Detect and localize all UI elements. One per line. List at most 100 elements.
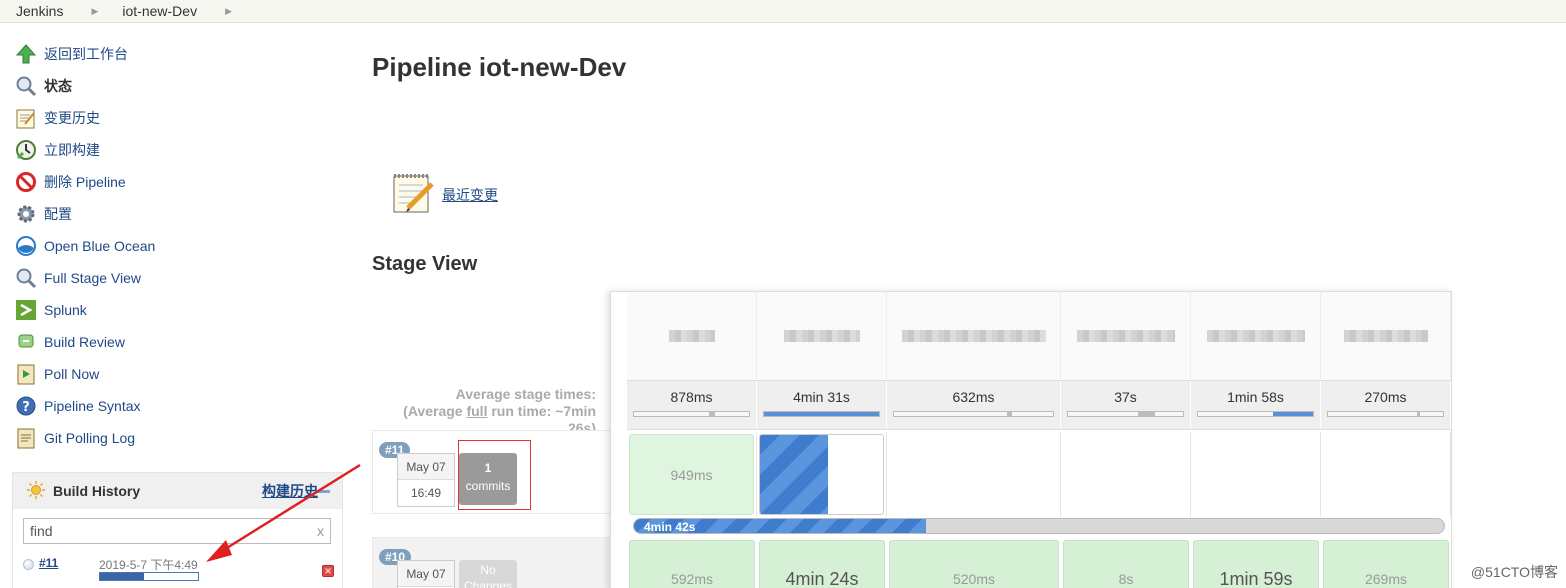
stage-header[interactable]	[1061, 292, 1191, 380]
stage-cell-running[interactable]	[759, 434, 884, 515]
run-total-progress-bar[interactable]: 4min 42s	[633, 518, 1445, 534]
stage-cell-pending	[1061, 432, 1191, 517]
stage-cell-success[interactable]: 8s	[1063, 540, 1189, 588]
full-run-time-link[interactable]: full	[466, 403, 487, 419]
blurred-stage-name	[1206, 330, 1305, 342]
blurred-stage-name	[901, 330, 1046, 342]
build-row: #11 2019-5-7 下午4:49 ✕	[21, 555, 336, 585]
highlight-annotation-box	[458, 440, 531, 510]
task-configure[interactable]: 配置	[14, 198, 334, 230]
blurred-stage-name	[783, 330, 860, 342]
stage-average-bar-fill	[1272, 412, 1313, 416]
collapse-icon[interactable]	[318, 490, 330, 493]
stage-average-bar	[1327, 411, 1444, 417]
stage-average-bar	[763, 411, 880, 417]
chevron-right-icon[interactable]: ▶	[225, 6, 232, 17]
blurred-stage-name	[668, 330, 715, 342]
build-history-header: Build History 构建历史	[13, 473, 342, 509]
stage-average-bar	[1067, 411, 1184, 417]
task-delete-pipeline[interactable]: 删除 Pipeline	[14, 166, 334, 198]
blue-ocean-icon	[14, 234, 38, 258]
task-changes[interactable]: 变更历史	[14, 102, 334, 134]
stage-header[interactable]	[757, 292, 887, 380]
task-build-review[interactable]: Build Review	[14, 326, 334, 358]
search-icon	[14, 266, 38, 290]
stage-average-time: 270ms	[1321, 381, 1451, 429]
watermark: @51CTO博客	[1470, 564, 1558, 580]
breadcrumb: Jenkins ▶ iot-new-Dev ▶	[0, 0, 1566, 23]
clear-search-icon[interactable]: x	[317, 523, 324, 539]
run-date: May 07	[397, 560, 455, 588]
gear-icon	[14, 202, 38, 226]
no-entry-icon	[14, 170, 38, 194]
build-history-title: Build History	[53, 483, 141, 499]
stage-cell-success[interactable]: 592ms	[629, 540, 755, 588]
task-poll-now[interactable]: Poll Now	[14, 358, 334, 390]
stage-average-time: 4min 31s	[757, 381, 887, 429]
stage-header[interactable]	[1321, 292, 1451, 380]
stage-view-title: Stage View	[372, 253, 478, 275]
build-search-input[interactable]: find x	[23, 518, 331, 544]
breadcrumb-job[interactable]: iot-new-Dev	[122, 3, 197, 19]
build-number-link[interactable]: #11	[39, 556, 58, 570]
stage-average-time: 632ms	[887, 381, 1061, 429]
task-status[interactable]: 状态	[14, 70, 334, 102]
stage-header-row	[627, 292, 1451, 380]
splunk-icon	[14, 298, 38, 322]
stage-view-grid: 878ms 4min 31s 632ms 37s 1min 58s 270ms 949ms…	[610, 291, 1452, 588]
task-open-blue-ocean[interactable]: Open Blue Ocean	[14, 230, 334, 262]
stage-cell-success[interactable]: 269ms	[1323, 540, 1449, 588]
task-git-polling-log[interactable]: Git Polling Log	[14, 422, 334, 454]
stage-cell-success[interactable]: 949ms	[629, 434, 754, 515]
stage-cell-success[interactable]: 520ms	[889, 540, 1059, 588]
help-icon: ?	[14, 394, 38, 418]
stage-header[interactable]	[1191, 292, 1321, 380]
task-splunk[interactable]: Splunk	[14, 294, 334, 326]
stage-cell-pending	[887, 432, 1061, 517]
build-history-trend-link[interactable]: 构建历史	[262, 481, 318, 501]
stage-cell-success[interactable]: 4min 24s	[759, 540, 885, 588]
stage-average-label: 1min 58s	[1227, 389, 1284, 405]
build-history-widget: Build History 构建历史 find x #11 2019-5-7 下…	[12, 472, 343, 588]
breadcrumb-jenkins[interactable]: Jenkins	[16, 3, 63, 19]
run-10-stage-row: 592ms 4min 24s 520ms 8s 1min 59s 269ms	[627, 538, 1451, 588]
stage-cell-pending	[1191, 432, 1321, 517]
stage-average-label: 878ms	[670, 389, 713, 405]
build-status-ball-icon	[23, 559, 34, 570]
stage-average-label: 37s	[1114, 389, 1137, 405]
sun-icon	[27, 480, 45, 502]
clipboard-play-icon	[14, 362, 38, 386]
page-title: Pipeline iot-new-Dev	[372, 52, 627, 82]
stage-header[interactable]	[627, 292, 757, 380]
stage-cell-pending	[1321, 432, 1451, 517]
review-icon	[14, 330, 38, 354]
stage-average-bar-fill	[1006, 412, 1012, 416]
clock-build-icon	[14, 138, 38, 162]
blurred-stage-name	[1076, 330, 1175, 342]
recent-changes-link[interactable]: 最近变更	[442, 185, 498, 205]
task-pipeline-syntax[interactable]: ? Pipeline Syntax	[14, 390, 334, 422]
stage-average-time: 878ms	[627, 381, 757, 429]
stage-average-time: 1min 58s	[1191, 381, 1321, 429]
stage-cell-success[interactable]: 1min 59s	[1193, 540, 1319, 588]
stage-average-bar-fill	[708, 412, 715, 416]
build-progress-bar[interactable]	[99, 572, 199, 581]
blurred-stage-name	[1343, 330, 1428, 342]
stage-average-bar-fill	[764, 412, 879, 416]
chevron-right-icon[interactable]: ▶	[91, 6, 98, 17]
notepad-icon	[390, 170, 436, 219]
stage-average-label: 270ms	[1364, 389, 1407, 405]
no-changes-badge: No Changes	[459, 560, 517, 588]
run-date: May 07 16:49	[397, 453, 455, 507]
stage-header[interactable]	[887, 292, 1061, 380]
stage-average-bar	[633, 411, 750, 417]
task-build-now[interactable]: 立即构建	[14, 134, 334, 166]
run-11-stage-row: 949ms	[627, 432, 1451, 517]
task-back-to-dashboard[interactable]: 返回到工作台	[14, 38, 334, 70]
task-full-stage-view[interactable]: Full Stage View	[14, 262, 334, 294]
side-panel-tasks: 返回到工作台 状态 变更历史 立即构建 删除 Pipeline 配置 Open …	[14, 38, 334, 454]
search-icon	[14, 74, 38, 98]
stage-average-label: 4min 31s	[793, 389, 850, 405]
cancel-build-icon[interactable]: ✕	[322, 565, 334, 577]
stage-average-bar	[1197, 411, 1314, 417]
